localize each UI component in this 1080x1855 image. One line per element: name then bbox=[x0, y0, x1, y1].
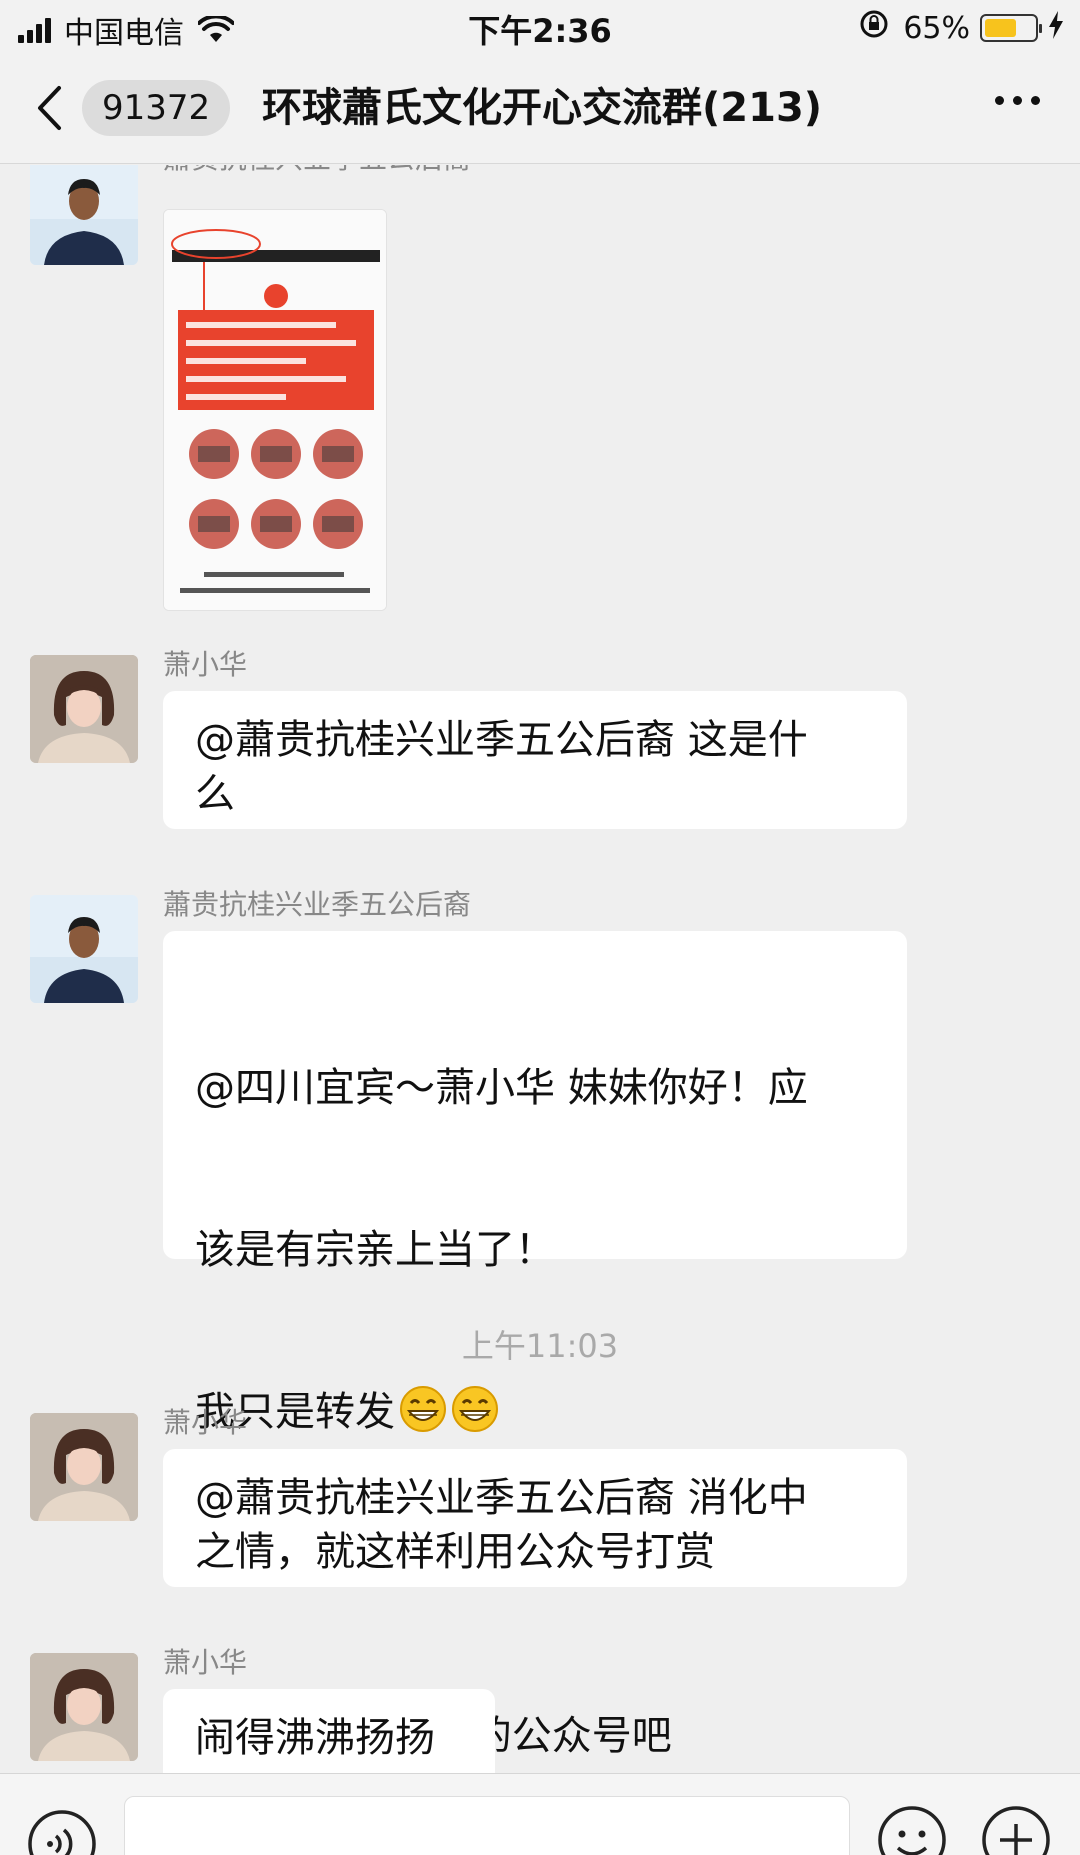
avatar[interactable] bbox=[30, 1653, 138, 1761]
message-line: 该是有宗亲上当了！ bbox=[195, 1227, 555, 1273]
unread-count-badge[interactable]: 91372 bbox=[82, 80, 231, 136]
avatar[interactable] bbox=[30, 895, 138, 1003]
message-bubble[interactable]: 闹得沸沸扬扬 bbox=[163, 1689, 495, 1773]
screenshot-thumbnail bbox=[164, 210, 386, 610]
sender-name: 蕭贵抗桂兴业季五公后裔 bbox=[163, 165, 471, 177]
message-bubble[interactable]: @四川宜宾～萧小华 妹妹你好！应 该是有宗亲上当了！ 我只是转发 应该是"消化中… bbox=[163, 931, 907, 1759]
more-button[interactable] bbox=[986, 96, 1040, 105]
battery-icon bbox=[980, 14, 1042, 42]
man-avatar-image bbox=[30, 895, 138, 1003]
emoji-button[interactable] bbox=[876, 1804, 948, 1855]
status-right: 65% bbox=[859, 8, 1064, 48]
woman-avatar-image bbox=[30, 1413, 138, 1521]
voice-icon bbox=[28, 1810, 96, 1855]
message-line-with-emoji: 我只是转发 bbox=[195, 1385, 875, 1439]
avatar[interactable] bbox=[30, 165, 138, 265]
time-divider: 上午11:03 bbox=[461, 1327, 619, 1365]
grinning-emoji-icon bbox=[399, 1385, 447, 1433]
avatar[interactable] bbox=[30, 655, 138, 763]
chevron-left-icon bbox=[38, 86, 61, 130]
message-line: @四川宜宾～萧小华 妹妹你好！应 bbox=[195, 1065, 808, 1111]
more-icon bbox=[986, 96, 1040, 105]
woman-avatar-image bbox=[30, 1653, 138, 1761]
plus-icon bbox=[982, 1806, 1050, 1855]
charging-bolt-icon bbox=[1048, 8, 1064, 48]
sender-name: 萧小华 bbox=[163, 1406, 248, 1439]
emoji-icon bbox=[878, 1806, 946, 1855]
nav-bar: 91372 环球蕭氏文化开心交流群(213) bbox=[0, 52, 1080, 164]
input-bar bbox=[0, 1773, 1080, 1855]
chat-title: 环球蕭氏文化开心交流群(213) bbox=[262, 85, 823, 131]
avatar[interactable] bbox=[30, 1413, 138, 1521]
back-button[interactable] bbox=[34, 82, 74, 134]
woman-avatar-image bbox=[30, 655, 138, 763]
status-bar: 中国电信 下午2:36 65% bbox=[0, 0, 1080, 52]
sender-name: 萧小华 bbox=[163, 1646, 248, 1679]
chat-history[interactable]: 蕭贵抗桂兴业季五公后裔 bbox=[0, 165, 1080, 1773]
battery-percent: 65% bbox=[903, 10, 970, 46]
rotation-lock-icon bbox=[859, 8, 889, 48]
man-avatar-image bbox=[30, 165, 138, 265]
voice-button[interactable] bbox=[26, 1808, 98, 1855]
message-input[interactable] bbox=[124, 1796, 850, 1855]
shared-image[interactable] bbox=[163, 209, 387, 611]
grinning-emoji-icon bbox=[451, 1385, 499, 1433]
sender-name: 萧小华 bbox=[163, 648, 248, 681]
plus-button[interactable] bbox=[980, 1804, 1052, 1855]
message-bubble[interactable]: @蕭贵抗桂兴业季五公后裔 这是什 么 bbox=[163, 691, 907, 829]
message-bubble[interactable]: @蕭贵抗桂兴业季五公后裔 消化中 之情，就这样利用公众号打赏 bbox=[163, 1449, 907, 1587]
sender-name: 蕭贵抗桂兴业季五公后裔 bbox=[163, 888, 472, 921]
